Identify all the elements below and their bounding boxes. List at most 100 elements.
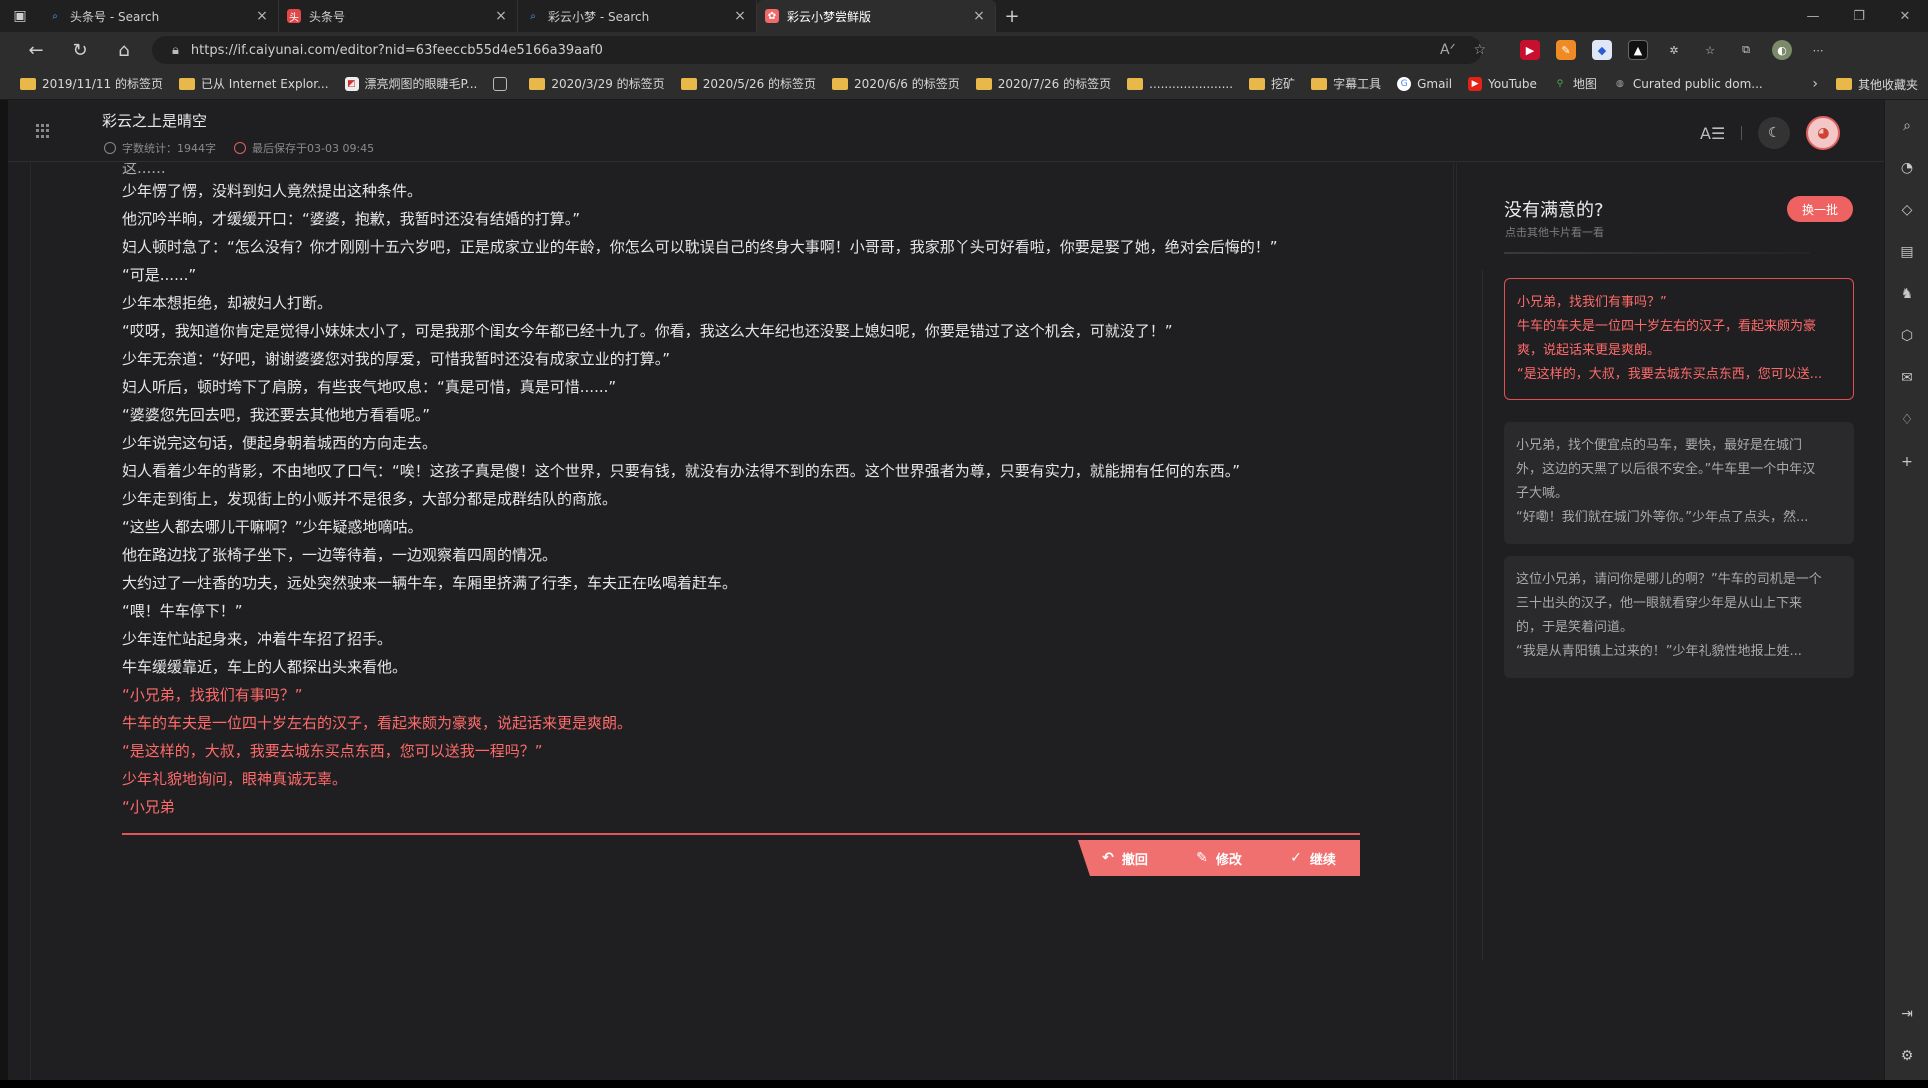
bookmark-item[interactable]: ⚲ 地图 <box>1553 75 1597 92</box>
refresh-batch-button[interactable]: 换一批 <box>1787 196 1853 222</box>
refresh-icon[interactable]: ↻ <box>58 32 102 68</box>
editor-line: 大约过了一炷香的功夫，远处突然驶来一辆牛车，车厢里挤满了行李，车夫正在吆喝着赶车… <box>122 574 738 592</box>
bookmark-label: Gmail <box>1417 76 1453 91</box>
close-icon[interactable]: × <box>732 8 748 24</box>
card-line: 子大喊。 <box>1516 486 1569 501</box>
undo-icon: ↶ <box>1102 850 1114 866</box>
bookmark-item[interactable]: 2020/7/26 的标签页 <box>975 75 1112 92</box>
dark-mode-toggle[interactable]: ☾ <box>1758 117 1791 149</box>
orange-ext-icon[interactable]: ✎ <box>1556 40 1576 60</box>
apps-grid-icon[interactable] <box>36 124 50 138</box>
tab-title: 头条号 <box>309 9 346 24</box>
bookmark-item[interactable]: ◍ Curated public dom... <box>1613 77 1763 91</box>
bookmark-item[interactable]: 2020/6/6 的标签页 <box>832 75 960 92</box>
panel-scrollbar[interactable] <box>1482 270 1483 960</box>
close-icon[interactable]: × <box>493 8 509 24</box>
read-aloud-icon[interactable]: Aᐟ <box>1440 42 1456 58</box>
bookmark-item[interactable]: 2019/11/11 的标签页 <box>20 75 163 92</box>
editor-line: 少年本想拒绝，却被妇人打断。 <box>122 294 333 312</box>
settings-icon[interactable]: ⚙ <box>1897 1046 1917 1066</box>
tab-caiyun-search[interactable]: ⌕ 彩云小梦 - Search × <box>518 0 757 32</box>
url-field[interactable]: 🔒︎ https://if.caiyunai.com/editor?nid=63… <box>152 36 1482 64</box>
dark-ext-icon[interactable]: ▲ <box>1628 40 1648 60</box>
word-count: 字数统计：1944字 <box>104 140 216 156</box>
video-ext-icon[interactable]: ▶ <box>1520 40 1540 60</box>
bookmark-item[interactable]: 挖矿 <box>1249 75 1295 92</box>
favorites-icon[interactable]: ☆ <box>1700 40 1720 60</box>
continue-label: 继续 <box>1309 852 1336 868</box>
window-controls: — ❐ ✕ <box>1790 0 1928 32</box>
profile-avatar[interactable]: ◐ <box>1772 40 1792 60</box>
chevron-right-icon[interactable]: › <box>1812 76 1818 92</box>
continue-button[interactable]: ✓ 继续 <box>1290 849 1336 868</box>
favorite-star-icon[interactable]: ☆ <box>1474 42 1487 58</box>
suggestion-card[interactable]: 小兄弟，找我们有事吗？” 牛车的车夫是一位四十岁左右的汉子，看起来颇为豪 爽，说… <box>1504 278 1854 400</box>
tab-title: 彩云小梦 - Search <box>548 9 650 24</box>
page-icon <box>493 76 508 91</box>
extensions-row: ▶ ✎ ◆ ▲ ✲ ☆ ⧉ ◐ ⋯ <box>1520 36 1828 64</box>
edit-button[interactable]: ✎ 修改 <box>1196 849 1242 868</box>
card-line: “是这样的，大叔，我要去城东买点东西，您可以送... <box>1517 367 1823 382</box>
bookmark-item[interactable]: ◩ 漂亮炯图的眼睫毛P... <box>344 75 477 92</box>
more-icon[interactable]: ⋯ <box>1808 40 1828 60</box>
close-icon[interactable]: × <box>254 8 270 24</box>
bookmark-item[interactable]: 2020/3/29 的标签页 <box>529 75 665 92</box>
back-icon[interactable]: ← <box>14 32 58 68</box>
tab-actions-icon[interactable]: ▣ <box>0 0 40 32</box>
minimize-icon[interactable]: — <box>1790 0 1836 32</box>
font-size-icon[interactable]: A☰ <box>1700 124 1725 143</box>
browser-tab-bar: ▣ ⌕ 头条号 - Search × 头 头条号 × ⌕ 彩云小梦 - Sear… <box>0 0 1928 32</box>
discover-icon[interactable]: ◔ <box>1897 158 1917 178</box>
tag-icon[interactable]: ◇ <box>1897 200 1917 220</box>
home-icon[interactable]: ⌂ <box>102 32 146 68</box>
folder-icon <box>680 77 697 90</box>
bookmark-item[interactable]: 2020/5/26 的标签页 <box>680 75 816 92</box>
bookmark-label: ...................... <box>1149 76 1234 91</box>
search-icon[interactable]: ⌕ <box>1897 116 1917 136</box>
doc-title[interactable]: 彩云之上是晴空 <box>102 110 207 131</box>
bookmark-item[interactable]: ▶ YouTube <box>1468 76 1537 91</box>
close-icon[interactable]: × <box>971 8 987 24</box>
tab-caiyun-editor[interactable]: ✿ 彩云小梦尝鲜版 × <box>757 0 996 32</box>
panel-title: 没有满意的? <box>1504 200 1604 221</box>
maps-icon: ⚲ <box>1556 78 1564 89</box>
outlook-icon[interactable]: ✉ <box>1897 368 1917 388</box>
url-text: https://if.caiyunai.com/editor?nid=63fee… <box>190 42 603 58</box>
collections-icon[interactable]: ⧉ <box>1736 40 1756 60</box>
folder-icon <box>832 77 849 90</box>
bookmark-favicon-icon: ◩ <box>344 76 359 91</box>
copilot-icon[interactable]: ⬡ <box>1897 326 1917 346</box>
new-tab-button[interactable]: + <box>996 0 1028 32</box>
notification-icon[interactable]: ♢ <box>1897 410 1917 430</box>
suggestion-card[interactable]: 小兄弟，找个便宜点的马车，要快，最好是在城门 外，这边的天黑了以后很不安全。”牛… <box>1504 422 1854 544</box>
editor-content[interactable]: 这...... 少年愣了愣，没料到妇人竟然提出这种条件。 他沉吟半晌，才缓缓开口… <box>122 163 1362 821</box>
editor-line: “喂！牛车停下！” <box>122 602 243 620</box>
suggestion-card[interactable]: 这位小兄弟，请问你是哪儿的啊？”牛车的司机是一个 三十出头的汉子，他一眼就看穿少… <box>1504 556 1854 678</box>
cloud-icon <box>234 142 246 154</box>
games-icon[interactable]: ♞ <box>1897 284 1917 304</box>
bookmark-item[interactable]: 字幕工具 <box>1311 75 1381 92</box>
bookmark-item[interactable] <box>493 76 513 91</box>
undo-button[interactable]: ↶ 撤回 <box>1102 849 1148 868</box>
save-status: 最后保存于03-03 09:45 <box>234 140 374 156</box>
ai-generated-line: “小兄弟 <box>122 798 175 816</box>
user-avatar[interactable]: ◕ <box>1806 116 1841 150</box>
toolbox-icon[interactable]: ▤ <box>1897 242 1917 262</box>
close-window-icon[interactable]: ✕ <box>1882 0 1928 32</box>
google-icon: G <box>1397 76 1412 91</box>
tab-toutiao-search[interactable]: ⌕ 头条号 - Search × <box>40 0 279 32</box>
bookmark-label: 2020/7/26 的标签页 <box>997 77 1112 91</box>
add-icon[interactable]: + <box>1897 452 1917 472</box>
sidebar-toggle-icon[interactable]: ⇥ <box>1897 1004 1917 1024</box>
ai-boundary-line <box>122 833 1360 835</box>
shield-ext-icon[interactable]: ◆ <box>1592 40 1612 60</box>
bookmark-label: 字幕工具 <box>1333 77 1382 91</box>
bookmark-item[interactable]: ...................... <box>1127 77 1233 91</box>
bookmark-item[interactable]: 已从 Internet Explor... <box>178 75 329 92</box>
bookmark-item[interactable]: G Gmail <box>1397 76 1453 91</box>
tab-title: 头条号 - Search <box>70 9 160 24</box>
restore-icon[interactable]: ❐ <box>1836 0 1882 32</box>
puzzle-icon[interactable]: ✲ <box>1664 40 1684 60</box>
tab-toutiao[interactable]: 头 头条号 × <box>279 0 518 32</box>
other-bookmarks[interactable]: 其他收藏夹 <box>1835 76 1918 93</box>
